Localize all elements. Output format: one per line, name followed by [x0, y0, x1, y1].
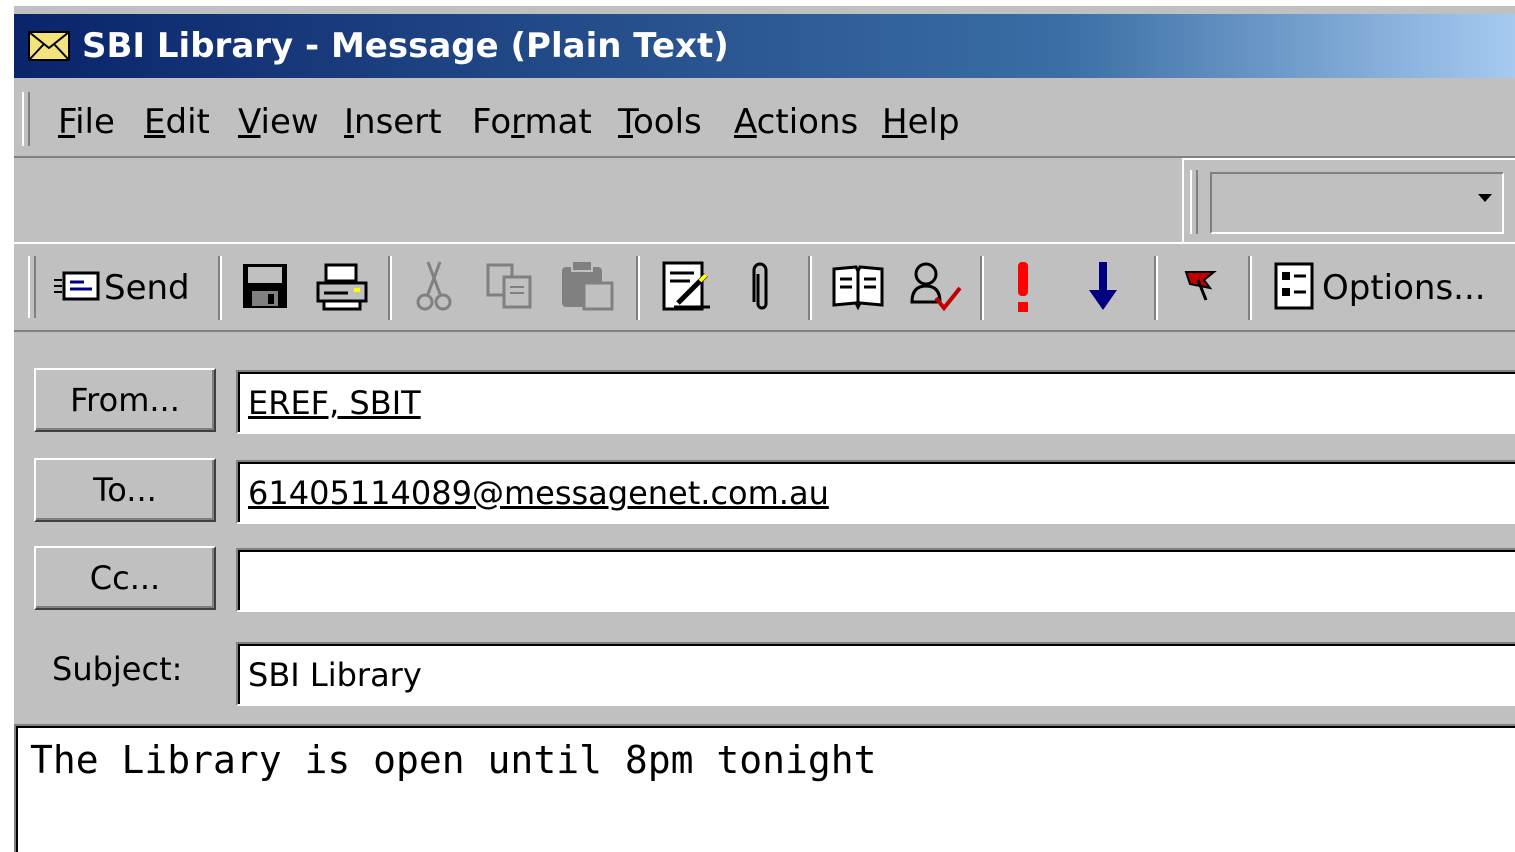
to-button[interactable]: To... [34, 458, 216, 522]
print-button[interactable] [314, 258, 370, 318]
insert-signature-button[interactable] [660, 258, 716, 318]
from-value[interactable]: EREF, SBIT [248, 384, 421, 422]
subject-value: SBI Library [248, 656, 422, 694]
send-label: Send [104, 268, 190, 308]
menu-help[interactable]: Help [882, 102, 960, 142]
font-combo[interactable] [1210, 172, 1504, 234]
arrow-down-icon [1086, 258, 1120, 318]
scissors-icon [414, 258, 454, 318]
address-book-icon [830, 261, 886, 315]
subject-field[interactable]: SBI Library [236, 642, 1515, 706]
message-window: SBI Library - Message (Plain Text) File … [14, 6, 1515, 852]
signature-icon [660, 259, 716, 317]
toolbar-separator [1154, 256, 1158, 320]
formatting-toolbar-grip[interactable] [1190, 170, 1198, 234]
to-value[interactable]: 61405114089@messagenet.com.au [248, 474, 829, 512]
importance-low-button[interactable] [1086, 258, 1120, 318]
copy-icon [484, 261, 536, 315]
menu-insert[interactable]: Insert [344, 102, 442, 142]
toolbar-separator [1248, 256, 1252, 320]
importance-high-button[interactable] [1012, 258, 1034, 318]
paperclip-icon [746, 258, 774, 318]
menu-bar: File Edit View Insert Format Tools Actio… [14, 80, 1515, 158]
title-bar[interactable]: SBI Library - Message (Plain Text) [14, 14, 1515, 78]
attach-file-button[interactable] [746, 258, 774, 318]
menu-format[interactable]: Format [472, 102, 592, 142]
menu-tools[interactable]: Tools [618, 102, 702, 142]
paste-button [558, 258, 616, 318]
menu-actions[interactable]: Actions [734, 102, 858, 142]
message-body-text: The Library is open until 8pm tonight [30, 738, 877, 782]
floppy-disk-icon [240, 261, 290, 315]
save-button[interactable] [240, 258, 290, 318]
clipboard-icon [558, 259, 616, 317]
flag-icon [1180, 266, 1220, 310]
to-field[interactable]: 61405114089@messagenet.com.au [236, 460, 1515, 524]
printer-icon [314, 261, 370, 315]
subject-label: Subject: [52, 650, 183, 688]
send-button[interactable]: Send [52, 258, 190, 318]
toolbar-separator [808, 256, 812, 320]
menu-bar-grip[interactable] [22, 92, 30, 146]
toolbar-separator [388, 256, 392, 320]
toolbar-separator [980, 256, 984, 320]
from-button[interactable]: From... [34, 368, 216, 432]
standard-toolbar: Send Options... [14, 242, 1515, 332]
address-book-button[interactable] [830, 258, 886, 318]
check-names-button[interactable] [906, 258, 964, 318]
flag-button[interactable] [1180, 258, 1220, 318]
message-body[interactable]: The Library is open until 8pm tonight [14, 724, 1515, 852]
chevron-down-icon[interactable] [1478, 194, 1492, 202]
send-icon [52, 270, 100, 306]
standard-toolbar-grip[interactable] [28, 256, 36, 318]
menu-edit[interactable]: Edit [144, 102, 210, 142]
toolbar-separator [636, 256, 640, 320]
options-label: Options... [1322, 268, 1486, 308]
options-button[interactable]: Options... [1272, 258, 1486, 318]
cc-button[interactable]: Cc... [34, 546, 216, 610]
window-title: SBI Library - Message (Plain Text) [82, 26, 729, 66]
cc-field[interactable] [236, 548, 1515, 612]
exclamation-icon [1012, 258, 1034, 318]
toolbar-separator [218, 256, 222, 320]
menu-file[interactable]: File [58, 102, 115, 142]
envelope-icon [28, 31, 70, 65]
check-names-icon [906, 258, 964, 318]
menu-view[interactable]: View [238, 102, 319, 142]
options-icon [1272, 260, 1318, 316]
copy-button [484, 258, 536, 318]
cut-button [414, 258, 454, 318]
from-field[interactable]: EREF, SBIT [236, 370, 1515, 434]
